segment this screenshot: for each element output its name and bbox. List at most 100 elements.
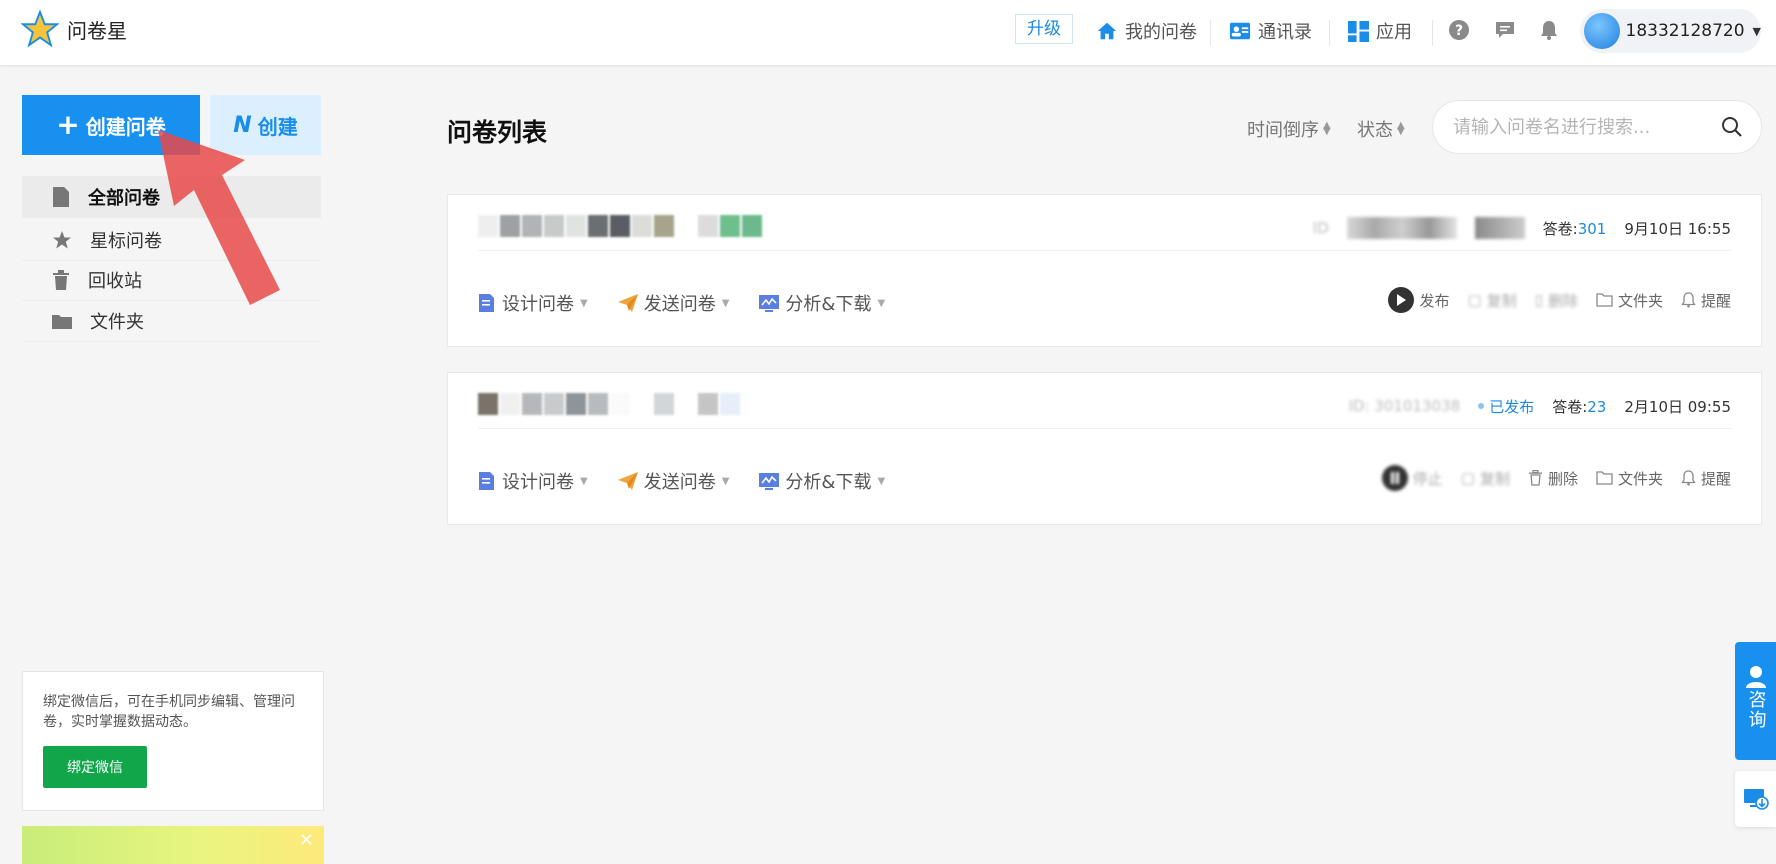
chart-monitor-icon (759, 473, 780, 490)
sidebar-item-all-surveys[interactable]: 全部问卷 (22, 176, 321, 218)
consult-button[interactable]: 咨询 (1735, 642, 1776, 760)
survey-actions: 设计问卷 ▼ 发送问卷 ▼ 分析&下载 ▼ (478, 290, 885, 316)
sort-arrows-icon: ▲ ▼ (1323, 120, 1331, 137)
user-phone: 18332128720 (1625, 21, 1745, 41)
move-folder-button[interactable]: 文件夹 (1596, 290, 1663, 311)
contact-card-icon (1229, 22, 1251, 40)
ai-create-button[interactable]: N 创建 (210, 95, 321, 155)
survey-card[interactable]: ID 答卷:301 9月10日 16:55 设计问卷 ▼ 发送问卷 ▼ 分析&下载 ▼… (447, 194, 1762, 347)
help-icon[interactable]: ? (1448, 19, 1470, 41)
survey-meta: ID: 301013038 已发布 答卷:23 2月10日 09:55 (1349, 393, 1732, 419)
sidebar-item-starred[interactable]: 星标问卷 (22, 219, 321, 261)
nav-contacts[interactable]: 通讯录 (1229, 18, 1312, 44)
folder-outline-icon (1596, 471, 1613, 485)
download-app-button[interactable] (1735, 771, 1776, 827)
answer-count: 答卷:301 (1542, 219, 1607, 238)
sort-by-time[interactable]: 时间倒序 ▲ ▼ (1247, 116, 1331, 142)
answer-count: 答卷:23 (1552, 397, 1607, 416)
home-icon (1097, 22, 1117, 40)
nav-divider (1329, 20, 1330, 46)
create-survey-button[interactable]: + 创建问卷 (22, 95, 200, 155)
caret-down-icon: ▼ (877, 475, 886, 487)
survey-status-redacted (1474, 217, 1525, 239)
copy-icon: ▢ (1460, 469, 1475, 487)
survey-title-redacted (478, 393, 740, 415)
nav-divider (1210, 20, 1211, 46)
send-survey-menu[interactable]: 发送问卷 ▼ (617, 290, 730, 316)
wechat-bind-text: 绑定微信后，可在手机同步编辑、管理问卷，实时掌握数据动态。 (43, 694, 295, 730)
remind-button[interactable]: 提醒 (1681, 290, 1731, 311)
caret-down-icon: ▼ (580, 475, 588, 487)
svg-text:?: ? (1455, 23, 1463, 39)
survey-actions: 设计问卷 ▼ 发送问卷 ▼ 分析&下载 ▼ (478, 468, 885, 494)
delete-button[interactable]: 删除 (1528, 468, 1578, 489)
brand-name: 问卷星 (67, 18, 127, 43)
paper-plane-icon (617, 294, 638, 312)
survey-datetime: 9月10日 16:55 (1624, 219, 1731, 238)
publish-button[interactable]: 发布 (1388, 287, 1449, 313)
trash-icon: ▯ (1534, 291, 1543, 309)
brand-logo[interactable]: 问卷星 (21, 10, 127, 48)
close-icon[interactable]: ✕ (299, 830, 314, 851)
copy-button[interactable]: ▢ 复制 (1461, 468, 1510, 489)
nav-my-surveys[interactable]: 我的问卷 (1096, 18, 1197, 44)
survey-card-header: ID 答卷:301 9月10日 16:55 (478, 215, 1731, 251)
analyze-download-menu[interactable]: 分析&下载 ▼ (759, 290, 885, 316)
pause-icon (1381, 465, 1408, 491)
status-dot (1478, 403, 1485, 409)
sidebar-item-recycle-bin[interactable]: 回收站 (22, 259, 321, 301)
search-input[interactable] (1453, 116, 1721, 138)
edit-document-icon (479, 294, 494, 312)
apps-grid-icon (1348, 20, 1369, 42)
design-survey-menu[interactable]: 设计问卷 ▼ (478, 290, 588, 316)
stop-button[interactable]: 停止 (1381, 465, 1443, 491)
caret-down-icon: ▼ (877, 297, 886, 309)
caret-down-icon: ▼ (721, 475, 730, 487)
page-title: 问卷列表 (447, 118, 548, 147)
plus-icon: + (56, 108, 80, 141)
caret-down-icon: ▼ (580, 297, 588, 309)
analyze-download-menu[interactable]: 分析&下载 ▼ (759, 468, 885, 494)
survey-datetime: 2月10日 09:55 (1624, 397, 1731, 416)
remind-button[interactable]: 提醒 (1681, 468, 1731, 489)
chevron-down-icon: ▼ (1752, 24, 1761, 38)
survey-tools: 停止 ▢ 复制 删除 文件夹 提醒 (1381, 465, 1731, 491)
search-icon[interactable] (1721, 116, 1743, 138)
document-icon (53, 186, 69, 207)
survey-card-header: ID: 301013038 已发布 答卷:23 2月10日 09:55 (478, 393, 1731, 429)
sort-arrows-icon: ▲ ▼ (1397, 120, 1405, 137)
monitor-download-icon (1743, 789, 1769, 810)
filter-by-status[interactable]: 状态 ▲ ▼ (1357, 116, 1405, 142)
paper-plane-icon (617, 472, 638, 490)
bell-outline-icon (1681, 470, 1696, 486)
nav-divider (1432, 20, 1433, 46)
survey-id: ID: 301013038 (1348, 397, 1461, 415)
star-icon (53, 230, 71, 248)
bind-wechat-button[interactable]: 绑定微信 (43, 746, 147, 788)
upgrade-button[interactable]: 升级 (1015, 14, 1073, 44)
nav-apps[interactable]: 应用 (1348, 18, 1412, 44)
promo-banner[interactable]: ✕ (22, 826, 324, 864)
copy-button[interactable]: ▢ 复制 (1467, 290, 1516, 311)
bell-icon[interactable] (1538, 19, 1560, 41)
survey-title-redacted (478, 215, 762, 237)
survey-id: ID (1312, 219, 1329, 237)
folder-outline-icon (1596, 293, 1613, 307)
survey-id-redacted (1346, 217, 1457, 239)
sidebar-item-folders[interactable]: 文件夹 (22, 300, 321, 342)
star-logo-icon (21, 10, 59, 48)
chart-monitor-icon (759, 295, 780, 312)
trash-icon (53, 269, 69, 290)
design-survey-menu[interactable]: 设计问卷 ▼ (478, 468, 588, 494)
search-box (1432, 100, 1762, 154)
send-survey-menu[interactable]: 发送问卷 ▼ (617, 468, 730, 494)
caret-down-icon: ▼ (721, 297, 730, 309)
delete-button[interactable]: ▯ 删除 (1535, 290, 1578, 311)
trash-outline-icon (1528, 470, 1542, 486)
move-folder-button[interactable]: 文件夹 (1596, 468, 1663, 489)
user-menu[interactable]: 18332128720 ▼ (1580, 9, 1761, 53)
message-icon[interactable] (1494, 19, 1516, 41)
customer-service-icon (1745, 666, 1766, 688)
survey-card[interactable]: ID: 301013038 已发布 答卷:23 2月10日 09:55 设计问卷… (447, 372, 1762, 525)
folder-icon (52, 314, 72, 329)
